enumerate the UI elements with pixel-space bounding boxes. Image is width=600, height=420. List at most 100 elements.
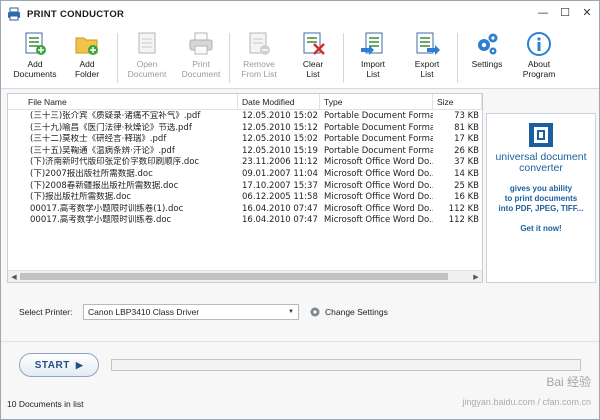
file-size: 37 KB (454, 157, 479, 168)
scroll-right-icon[interactable]: ▶ (470, 271, 482, 282)
import-list-icon (361, 32, 383, 55)
table-row[interactable]: (三十二)莫枚士《研经言·释瑞》.pdf 12.05.2010 15:02 Po… (8, 134, 482, 146)
file-name: (三十二)莫枚士《研经言·释瑞》.pdf (30, 134, 167, 145)
scroll-left-icon[interactable]: ◀ (8, 271, 20, 282)
open-document-button[interactable]: Open Document (121, 31, 173, 87)
remove-from-list-button[interactable]: Remove From List (233, 31, 285, 87)
file-size: 26 KB (454, 145, 479, 156)
change-settings-button[interactable]: Change Settings (309, 306, 388, 318)
file-type: Microsoft Office Word Do... (324, 180, 433, 191)
printer-label: Select Printer: (19, 307, 73, 317)
table-row[interactable]: 00017.高考数学小题限时训练卷(1).doc 16.04.2010 07:4… (8, 204, 482, 216)
document-list[interactable]: File Name Date Modified Type Size (三十三)张… (7, 93, 483, 283)
ad-brand: universal document converter (495, 152, 586, 174)
print-document-label: Print Document (181, 59, 221, 79)
print-document-button[interactable]: Print Document (175, 31, 227, 87)
window-controls: — ☐ ✕ (535, 5, 595, 19)
app-window: PRINT CONDUCTOR — ☐ ✕ Add Documents Add … (0, 0, 600, 420)
scrollbar-thumb[interactable] (20, 273, 448, 280)
add-documents-button[interactable]: Add Documents (9, 31, 61, 87)
file-name: (三十三)张介宾《质疑录·诸痛不宜补气》.pdf (30, 111, 201, 121)
clear-list-button[interactable]: Clear List (287, 31, 339, 87)
printer-dropdown[interactable]: Canon LBP3410 Class Driver ▼ (83, 304, 299, 320)
file-size: 25 KB (454, 180, 479, 191)
table-row[interactable]: (下)2007报出版社所需数据.doc 09.01.2007 11:04 Mic… (8, 169, 482, 181)
file-type: Microsoft Office Word Do... (324, 168, 433, 179)
column-header-size[interactable]: Size (433, 94, 482, 110)
about-program-button[interactable]: About Program (513, 31, 565, 87)
close-icon[interactable]: ✕ (579, 5, 595, 19)
table-row[interactable]: (下)济南新时代版印张定价字数印刷顺序.doc 23.11.2006 11:12… (8, 157, 482, 169)
title-bar: PRINT CONDUCTOR — ☐ ✕ (1, 1, 599, 27)
file-type: Portable Document Format (324, 134, 433, 145)
file-date: 12.05.2010 15:02 (242, 111, 318, 121)
file-name: (下)2008春新疆报出版社所需数据.doc (30, 180, 179, 191)
status-bar-text: 10 Documents in list (7, 399, 84, 409)
udc-advertisement[interactable]: universal document converter gives you a… (486, 113, 596, 283)
start-button[interactable]: START ▶ (19, 353, 99, 377)
file-size: 17 KB (454, 134, 479, 145)
file-name: (下)报出版社所需数据.doc (30, 192, 132, 203)
file-date: 23.11.2006 11:12 (242, 157, 318, 168)
site-watermark: jingyan.baidu.com / cfan.com.cn (462, 397, 591, 407)
import-list-button[interactable]: Import List (347, 31, 399, 87)
toolbar-separator (343, 33, 344, 83)
table-row[interactable]: (三十三)张介宾《质疑录·诸痛不宜补气》.pdf 12.05.2010 15:0… (8, 111, 482, 123)
file-date: 12.05.2010 15:19 (242, 145, 318, 156)
progress-bar (111, 359, 581, 371)
table-row[interactable]: (三十五)吴鞠通《温病条辨·汗论》.pdf 12.05.2010 15:19 P… (8, 146, 482, 158)
remove-from-list-label: Remove From List (241, 59, 277, 79)
column-header-file-name[interactable]: File Name (24, 94, 238, 110)
toolbar-separator (117, 33, 118, 83)
file-name: (下)2007报出版社所需数据.doc (30, 168, 153, 179)
file-date: 17.10.2007 15:37 (242, 180, 318, 191)
file-type: Microsoft Office Word Do... (324, 215, 433, 226)
file-name: (三十九)喻昌《医门法律·秋燥论》节选.pdf (30, 122, 192, 133)
add-documents-label: Add Documents (13, 59, 57, 79)
file-type: Microsoft Office Word Do... (324, 192, 433, 203)
add-folder-button[interactable]: Add Folder (61, 31, 113, 87)
export-list-button[interactable]: Export List (401, 31, 453, 87)
file-type: Portable Document Format (324, 145, 433, 156)
table-row[interactable]: 00017.高考数学小题限时训练卷.doc 16.04.2010 07:47 M… (8, 215, 482, 227)
udc-logo-icon (529, 123, 553, 147)
settings-label: Settings (471, 59, 503, 69)
open-document-label: Open Document (127, 59, 167, 79)
change-settings-label: Change Settings (325, 307, 388, 317)
settings-button[interactable]: Settings (461, 31, 513, 87)
chevron-down-icon: ▼ (288, 309, 294, 315)
export-list-label: Export List (414, 59, 440, 79)
open-document-icon (138, 32, 156, 54)
baidu-watermark: Bai 经验 (546, 375, 591, 389)
list-rows: (三十三)张介宾《质疑录·诸痛不宜补气》.pdf 12.05.2010 15:0… (8, 111, 482, 227)
ad-cta-link[interactable]: Get it now! (520, 224, 561, 233)
horizontal-scrollbar[interactable]: ◀ ▶ (8, 270, 482, 282)
printer-selection: Select Printer: Canon LBP3410 Class Driv… (19, 303, 388, 321)
settings-gears-icon (478, 33, 498, 55)
file-type: Portable Document Format (324, 122, 433, 133)
file-type: Microsoft Office Word Do... (324, 157, 433, 168)
clear-list-icon (303, 32, 325, 55)
ad-text: gives you ability to print documents int… (499, 184, 584, 214)
file-size: 81 KB (454, 122, 479, 133)
minimize-icon[interactable]: — (535, 5, 551, 19)
play-arrow-icon: ▶ (75, 359, 84, 370)
start-label: START (34, 359, 70, 371)
file-size: 112 KB (448, 215, 479, 226)
ad-text-line2: to print documents (504, 194, 578, 203)
ad-text-line1: gives you ability (509, 184, 573, 193)
file-name: (下)济南新时代版印张定价字数印刷顺序.doc (30, 157, 200, 168)
table-row[interactable]: (下)2008春新疆报出版社所需数据.doc 17.10.2007 15:37 … (8, 181, 482, 193)
file-type: Microsoft Office Word Do... (324, 203, 433, 214)
column-header-date-modified[interactable]: Date Modified (238, 94, 320, 110)
printer-selected-value: Canon LBP3410 Class Driver (88, 307, 200, 317)
printer-app-icon (8, 7, 20, 21)
file-size: 112 KB (448, 203, 479, 214)
table-row[interactable]: (三十九)喻昌《医门法律·秋燥论》节选.pdf 12.05.2010 15:12… (8, 123, 482, 135)
column-header-type[interactable]: Type (320, 94, 433, 110)
maximize-icon[interactable]: ☐ (557, 5, 573, 19)
file-type: Portable Document Format (324, 111, 433, 121)
gear-icon (310, 307, 320, 317)
about-program-label: About Program (522, 59, 556, 79)
table-row[interactable]: (下)报出版社所需数据.doc 06.12.2005 11:58 Microso… (8, 192, 482, 204)
